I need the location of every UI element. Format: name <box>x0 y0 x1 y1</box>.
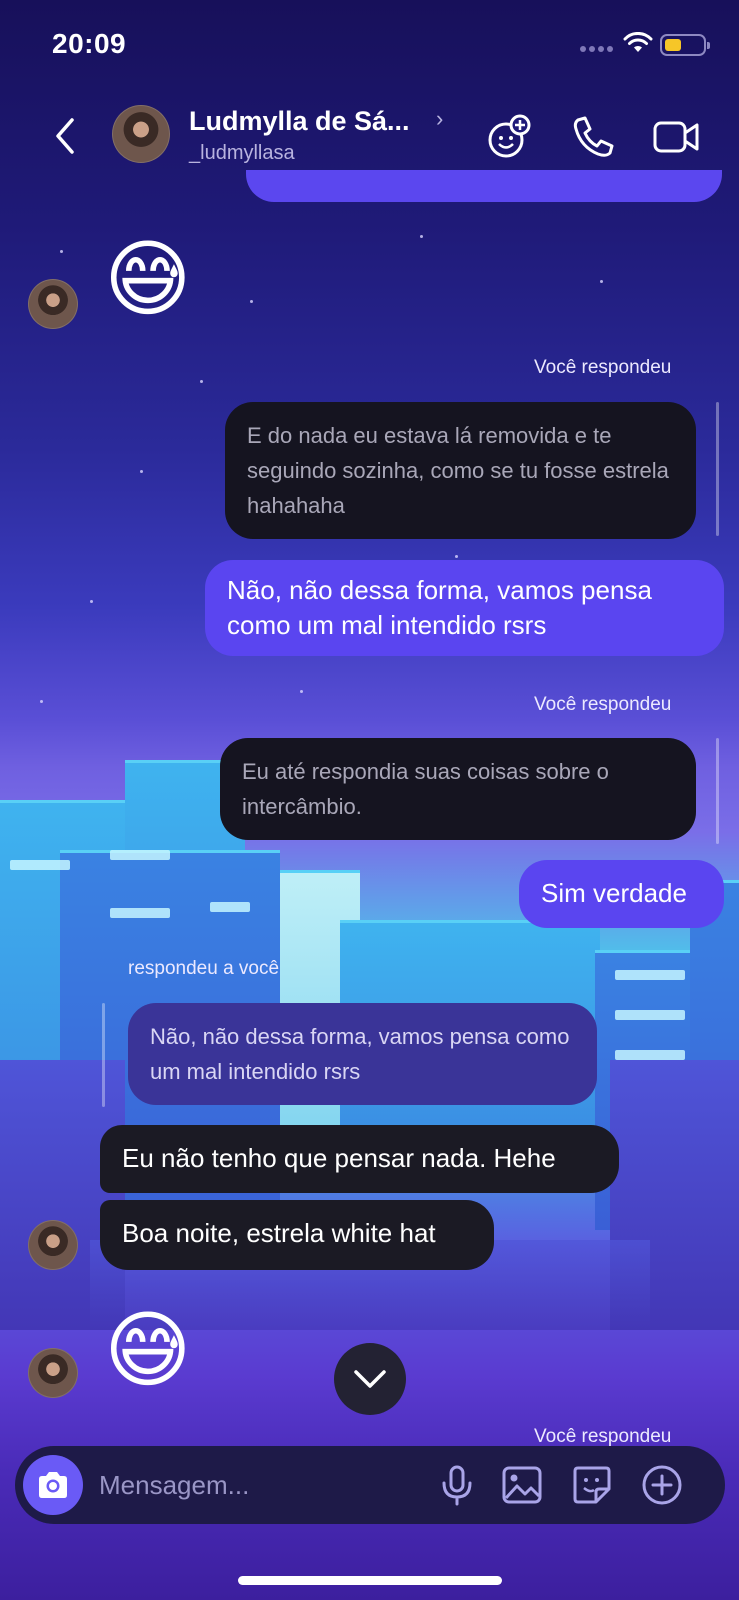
wifi-icon <box>623 32 653 52</box>
status-time: 20:09 <box>52 28 127 59</box>
reply-indicator-bar <box>102 1003 105 1107</box>
avatar <box>28 279 78 329</box>
effects-icon[interactable] <box>484 112 534 162</box>
camera-icon <box>39 1472 67 1498</box>
previous-message-bubble <box>246 170 722 202</box>
status-bar: 20:09 <box>0 0 739 90</box>
reply-indicator-bar <box>716 738 719 844</box>
quoted-message[interactable]: Eu até respondia suas coisas sobre o int… <box>220 738 696 840</box>
message-input[interactable] <box>99 1462 399 1508</box>
emoji-message[interactable]: 😅 <box>104 1306 192 1394</box>
scroll-to-bottom-button[interactable] <box>334 1343 406 1415</box>
message-composer <box>15 1446 725 1524</box>
reply-label: Você respondeu <box>534 357 672 378</box>
avatar <box>28 1220 78 1270</box>
camera-button[interactable] <box>23 1455 83 1515</box>
video-camera-icon[interactable] <box>652 112 702 162</box>
emoji-message[interactable]: 😅 <box>104 235 192 323</box>
phone-icon[interactable] <box>568 112 618 162</box>
back-arrow-icon[interactable] <box>50 114 80 158</box>
sticker-icon[interactable] <box>570 1463 614 1507</box>
contact-username[interactable]: _ludmyllasa <box>189 142 295 165</box>
sent-message[interactable]: Não, não dessa forma, vamos pensa como u… <box>205 560 724 656</box>
chat-header: Ludmylla de Sá... › _ludmyllasa <box>0 92 739 182</box>
sent-message[interactable]: Sim verdade <box>519 860 724 928</box>
chevron-down-icon <box>354 1370 386 1388</box>
reply-label: Você respondeu <box>534 1426 672 1447</box>
avatar[interactable] <box>112 105 170 163</box>
microphone-icon[interactable] <box>435 1463 479 1507</box>
chevron-right-icon[interactable]: › <box>436 106 443 132</box>
reply-label: Você respondeu <box>534 694 672 715</box>
reply-indicator-bar <box>716 402 719 536</box>
battery-icon <box>660 34 710 56</box>
gallery-icon[interactable] <box>500 1463 544 1507</box>
home-indicator <box>238 1576 502 1585</box>
signal-icon <box>580 46 613 52</box>
quoted-message[interactable]: Não, não dessa forma, vamos pensa como u… <box>128 1003 597 1105</box>
contact-name[interactable]: Ludmylla de Sá... <box>189 106 410 137</box>
reply-label: respondeu a você <box>128 958 280 979</box>
avatar <box>28 1348 78 1398</box>
quoted-message[interactable]: E do nada eu estava lá removida e te seg… <box>225 402 696 539</box>
received-message[interactable]: Boa noite, estrela white hat <box>100 1200 494 1270</box>
add-icon[interactable] <box>640 1463 684 1507</box>
received-message[interactable]: Eu não tenho que pensar nada. Hehe <box>100 1125 619 1193</box>
